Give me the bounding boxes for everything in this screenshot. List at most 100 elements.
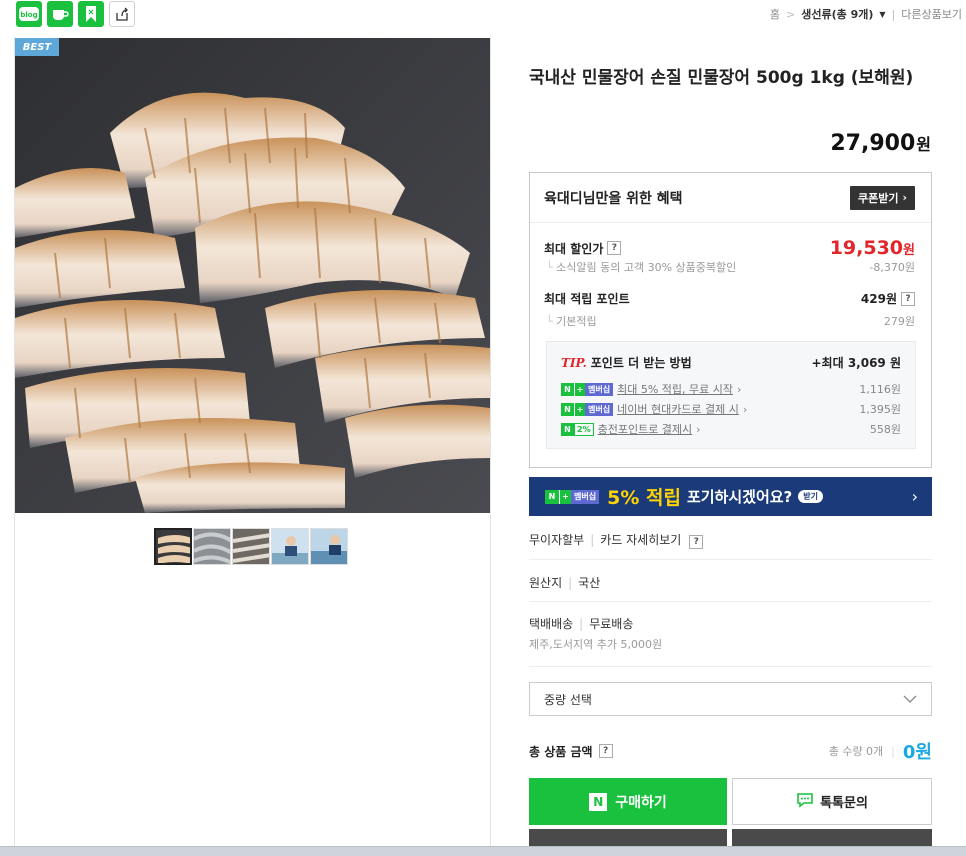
basic-point-label: 기본적립 bbox=[546, 313, 596, 329]
max-point-value: 429원 ? bbox=[861, 290, 915, 307]
origin-value: 국산 bbox=[578, 576, 601, 590]
blog-icon[interactable]: blog bbox=[16, 1, 42, 27]
product-price-unit: 원 bbox=[916, 135, 931, 154]
max-discount-label: 최대 할인가 ? bbox=[544, 240, 622, 257]
tip-row[interactable]: N + 멤버십 최대 5% 적립, 무료 시작 › 1,116원 bbox=[561, 381, 901, 397]
tip-value: 1,116원 bbox=[859, 383, 901, 396]
membership-badge-label: 멤버십 bbox=[585, 382, 614, 396]
total-label-text: 총 상품 금액 bbox=[529, 744, 593, 759]
talktalk-icon bbox=[796, 792, 814, 812]
benefit-box: 육대디님만을 위한 혜택 쿠폰받기 › 최대 할인가 ? 19,530원 소식알… bbox=[529, 172, 932, 468]
delivery-value: 무료배송 bbox=[589, 617, 634, 631]
divider bbox=[529, 601, 932, 602]
talktalk-button-label: 톡톡문의 bbox=[820, 796, 868, 811]
banner-pill: 받기 bbox=[798, 490, 823, 503]
installment-row: 무이자할부 | 카드 자세히보기 ? bbox=[529, 531, 932, 549]
banner-text: 포기하시겠어요? bbox=[686, 488, 793, 506]
chevron-right-icon: › bbox=[737, 382, 742, 396]
top-bar: blog 홈 > 생선류(총 9개) ▼ | 다른상품보기 bbox=[0, 0, 966, 30]
max-discount-price-unit: 원 bbox=[903, 243, 915, 258]
tip-title: TIP. 포인트 더 받는 방법 bbox=[561, 354, 692, 371]
help-icon[interactable]: ? bbox=[598, 744, 613, 758]
tip-link[interactable]: 최대 5% 적립, 무료 시작 bbox=[617, 381, 733, 397]
origin-row: 원산지 | 국산 bbox=[529, 576, 601, 590]
product-price: 27,900원 bbox=[830, 131, 931, 156]
product-price-value: 27,900 bbox=[830, 131, 916, 156]
product-main-image[interactable] bbox=[15, 38, 490, 513]
delivery-label: 택배배송 bbox=[529, 617, 574, 631]
tip-title-text: 포인트 더 받는 방법 bbox=[590, 356, 692, 370]
blog-icon-label: blog bbox=[20, 11, 37, 19]
tip-link[interactable]: 네이버 현대카드로 결제 시 bbox=[617, 401, 739, 417]
naver-plus-membership-icon: N + 멤버십 bbox=[545, 489, 600, 504]
chevron-right-icon: › bbox=[742, 402, 748, 416]
tip-row[interactable]: N + 멤버십 네이버 현대카드로 결제 시 › 1,395원 bbox=[561, 401, 901, 417]
weight-select[interactable]: 중량 선택 bbox=[529, 682, 932, 716]
thumbnail-2[interactable] bbox=[193, 528, 231, 565]
total-divider: | bbox=[891, 744, 895, 758]
share-icons: blog bbox=[16, 1, 135, 27]
buy-button[interactable]: N 구매하기 bbox=[529, 778, 727, 825]
help-icon[interactable]: ? bbox=[901, 291, 915, 306]
thumbnail-list bbox=[154, 528, 348, 565]
buy-button-label: 구매하기 bbox=[615, 794, 667, 811]
tip-value: 558원 bbox=[869, 423, 901, 436]
tip-header: TIP. 포인트 더 받는 방법 +최대 3,069 원 bbox=[561, 354, 901, 371]
thumbnail-5[interactable] bbox=[310, 528, 348, 565]
max-discount-price-value: 19,530 bbox=[829, 237, 904, 259]
thumbnail-4[interactable] bbox=[271, 528, 309, 565]
breadcrumb: 홈 > 생선류(총 9개) ▼ | 다른상품보기 bbox=[770, 6, 962, 22]
membership-banner[interactable]: N + 멤버십 5% 적립 포기하시겠어요? 받기 › bbox=[529, 477, 932, 516]
delivery-row: 택배배송 | 무료배송 bbox=[529, 617, 634, 631]
cafe-icon[interactable] bbox=[47, 1, 73, 27]
benefit-header: 육대디님만을 위한 혜택 쿠폰받기 › bbox=[530, 173, 931, 223]
max-discount-row: 최대 할인가 ? 19,530원 bbox=[544, 237, 915, 259]
total-label: 총 상품 금액 ? bbox=[529, 743, 613, 760]
tip-max: +최대 3,069 원 bbox=[811, 356, 902, 370]
weight-select-label: 중량 선택 bbox=[544, 692, 592, 707]
benefit-title: 육대디님만을 위한 혜택 bbox=[544, 190, 683, 207]
chevron-right-icon: › bbox=[911, 487, 918, 506]
naver-pay-point-icon: N 2% bbox=[561, 422, 594, 436]
talktalk-button[interactable]: 톡톡문의 bbox=[732, 778, 932, 825]
discount-note-row: 소식알림 동의 고객 30% 상품중복할인 -8,370원 bbox=[546, 259, 915, 275]
divider bbox=[529, 666, 932, 667]
best-badge: BEST bbox=[15, 38, 59, 56]
total-qty: 총 수량 0개 bbox=[828, 745, 884, 758]
chevron-right-icon: › bbox=[902, 191, 907, 204]
max-point-value-text: 429원 bbox=[860, 292, 897, 306]
chevron-down-icon[interactable]: ▼ bbox=[879, 10, 885, 19]
chevron-right-icon: › bbox=[696, 422, 701, 436]
chevron-down-icon bbox=[903, 692, 917, 706]
kakaostory-icon[interactable] bbox=[78, 1, 104, 27]
tip-box: TIP. 포인트 더 받는 방법 +최대 3,069 원 N + 멤버십 최대 5% … bbox=[546, 341, 916, 449]
banner-percent: 5% 적립 bbox=[607, 487, 681, 509]
origin-label: 원산지 bbox=[529, 576, 563, 590]
total-values: 총 수량 0개 | 0원 bbox=[829, 738, 932, 764]
card-detail-link[interactable]: 카드 자세히보기 bbox=[600, 533, 681, 547]
share-icon[interactable] bbox=[109, 1, 135, 27]
discount-note: 소식알림 동의 고객 30% 상품중복할인 bbox=[546, 259, 736, 275]
breadcrumb-other-products[interactable]: 다른상품보기 bbox=[901, 6, 962, 22]
membership-badge-label: 멤버십 bbox=[585, 402, 614, 416]
thumbnail-3[interactable] bbox=[232, 528, 270, 565]
help-icon[interactable]: ? bbox=[607, 241, 622, 255]
max-point-row: 최대 적립 포인트 429원 ? bbox=[544, 290, 915, 307]
breadcrumb-divider: | bbox=[891, 7, 896, 21]
banner-badge-label: 멤버십 bbox=[571, 489, 600, 504]
naver-plus-membership-icon: N + 멤버십 bbox=[561, 402, 614, 416]
max-point-label: 최대 적립 포인트 bbox=[544, 292, 630, 306]
thumbnail-1[interactable] bbox=[154, 528, 192, 565]
product-page: blog 홈 > 생선류(총 9개) ▼ | 다른상품보기 BEST 국내산 민… bbox=[0, 0, 966, 856]
tip-row[interactable]: N 2% 충전포인트로 결제시 › 558원 bbox=[561, 421, 901, 437]
total-amount: 0원 bbox=[902, 742, 932, 763]
breadcrumb-home[interactable]: 홈 bbox=[770, 6, 780, 22]
coupon-button-label: 쿠폰받기 bbox=[857, 191, 899, 205]
coupon-button[interactable]: 쿠폰받기 › bbox=[849, 185, 915, 210]
naver-plus-membership-icon: N + 멤버십 bbox=[561, 382, 614, 396]
breadcrumb-separator: > bbox=[786, 7, 796, 21]
tip-link[interactable]: 충전포인트로 결제시 bbox=[598, 421, 693, 437]
breadcrumb-category[interactable]: 생선류(총 9개) bbox=[801, 6, 873, 22]
help-icon[interactable]: ? bbox=[689, 535, 704, 549]
basic-point-value: 279원 bbox=[883, 315, 915, 328]
